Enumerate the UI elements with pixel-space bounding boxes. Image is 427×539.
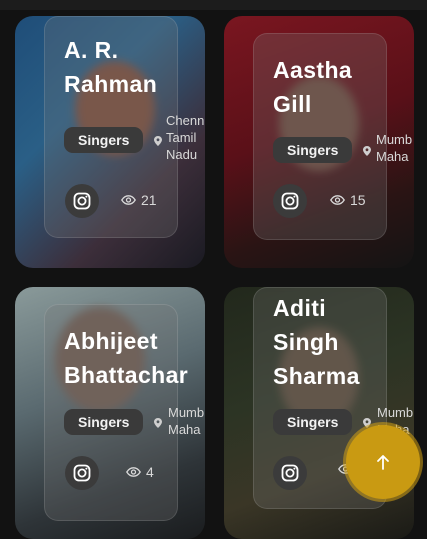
view-count: 15 [330,192,366,208]
category-badge[interactable]: Singers [273,137,353,163]
instagram-icon [73,192,91,210]
view-count-value: 4 [146,464,154,480]
artist-card-abhijeet-bhattacharya[interactable]: Abhijeet Bhattachar Singers Mumb Maha 4 [15,287,205,539]
map-pin-icon [363,146,371,156]
view-count-value: 15 [350,192,366,208]
map-pin-icon [154,136,162,146]
instagram-icon [281,464,299,482]
artist-card-ar-rahman[interactable]: A. R. Rahman Singers Chenn Tamil Nadu 21 [15,16,205,268]
map-pin-icon [154,418,162,428]
artist-name: Abhijeet Bhattachar [64,328,189,388]
eye-icon [126,467,141,477]
view-count: 4 [126,464,154,480]
location-text: Mumb Maha [376,132,413,164]
category-badge[interactable]: Singers [64,127,144,153]
location-text: Mumb Maha [168,405,205,437]
artist-card-aastha-gill[interactable]: Aastha Gill Singers Mumb Maha 15 [224,16,414,268]
top-bar [0,0,427,10]
arrow-up-icon [377,455,389,470]
view-count: 21 [121,192,157,208]
instagram-icon [73,464,91,482]
artist-name: A. R. Rahman [64,37,158,97]
view-count-value: 21 [141,192,157,208]
category-badge[interactable]: Singers [64,409,144,435]
scroll-to-top-button[interactable] [346,425,420,499]
instagram-icon [281,192,299,210]
artist-card-aditi-singh-sharma[interactable]: Aditi Singh Sharma Singers Mumb Maha [224,287,414,539]
instagram-button[interactable] [273,456,307,490]
instagram-button[interactable] [273,184,307,218]
artist-name: Aastha Gill [273,57,353,117]
eye-icon [330,195,345,205]
category-badge[interactable]: Singers [273,409,353,435]
location-text: Chenn Tamil Nadu [166,113,205,162]
instagram-button[interactable] [65,456,99,490]
artist-name: Aditi Singh Sharma [273,295,360,389]
instagram-button[interactable] [65,184,99,218]
eye-icon [121,195,136,205]
